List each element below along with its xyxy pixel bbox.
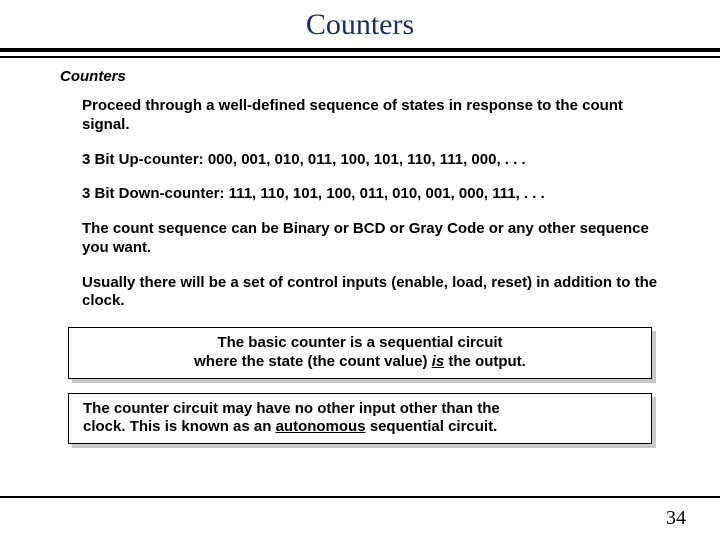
paragraph-up-counter: 3 Bit Up-counter: 000, 001, 010, 011, 10…: [82, 151, 660, 170]
callout-box: The basic counter is a sequential circui…: [68, 327, 652, 379]
callout2-autonomous: autonomous: [276, 418, 366, 435]
callout-autonomous: The counter circuit may have no other in…: [68, 393, 652, 445]
paragraph-sequence-types: The count sequence can be Binary or BCD …: [82, 220, 660, 258]
section-heading: Counters: [60, 68, 660, 85]
callout1-is: is: [432, 353, 445, 370]
page-number: 34: [666, 507, 686, 530]
footer-rule: [0, 496, 720, 498]
callout1-line2b: the output.: [444, 353, 526, 370]
callout2-line1: The counter circuit may have no other in…: [83, 400, 500, 417]
callout2-line2b: sequential circuit.: [366, 418, 498, 435]
callout-box: The counter circuit may have no other in…: [68, 393, 652, 445]
callout1-line2a: where the state (the count value): [194, 353, 432, 370]
paragraph-intro: Proceed through a well-defined sequence …: [82, 97, 660, 135]
title-rule: [0, 48, 720, 58]
content-area: Counters Proceed through a well-defined …: [0, 58, 720, 444]
callout2-line2a: clock. This is known as an: [83, 418, 276, 435]
callout-basic-counter: The basic counter is a sequential circui…: [68, 327, 652, 379]
paragraph-down-counter: 3 Bit Down-counter: 111, 110, 101, 100, …: [82, 185, 660, 204]
slide-title: Counters: [0, 0, 720, 48]
paragraph-control-inputs: Usually there will be a set of control i…: [82, 274, 660, 312]
callout1-line1: The basic counter is a sequential circui…: [217, 334, 502, 351]
